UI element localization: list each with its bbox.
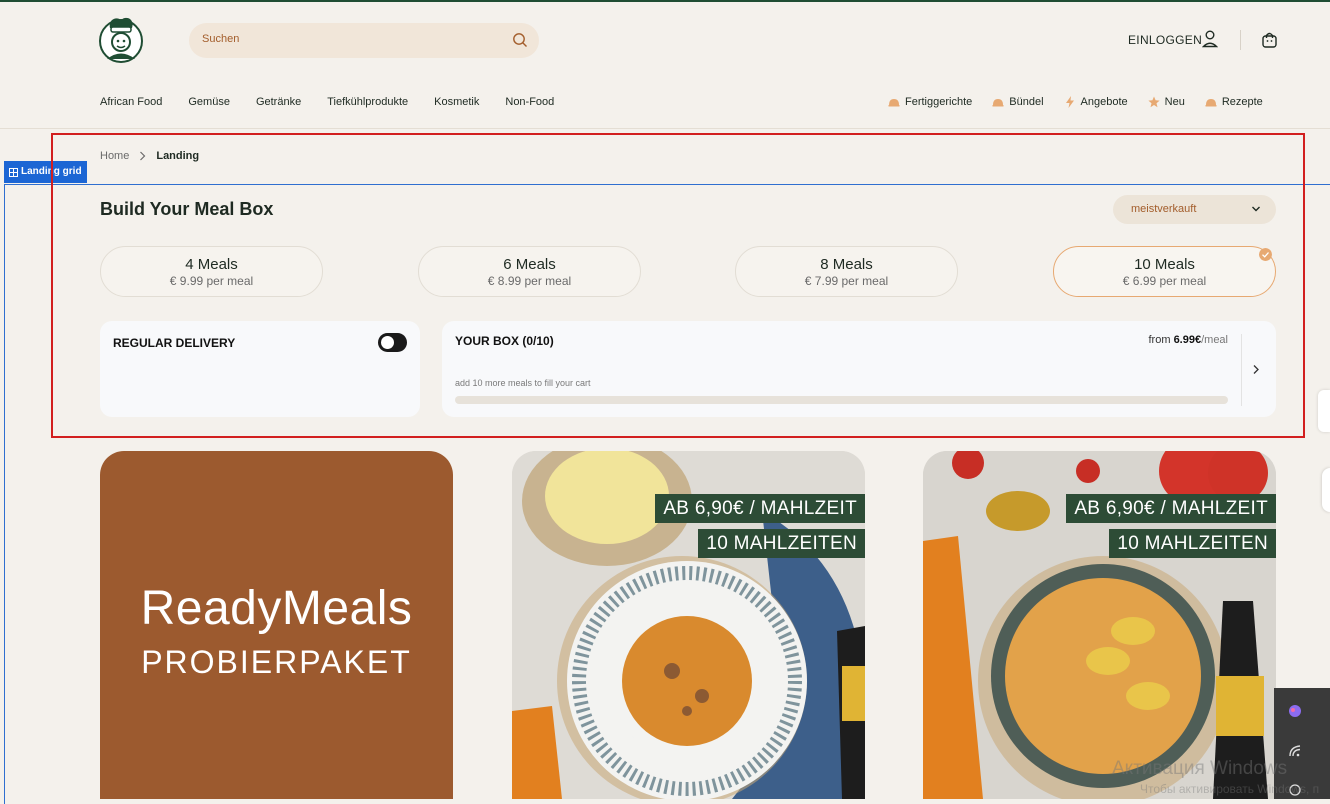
search-input[interactable]: Suchen xyxy=(202,33,239,45)
landing-grid-tag[interactable]: Landing grid xyxy=(4,161,87,183)
dish-icon xyxy=(888,99,900,107)
login-link[interactable]: EINLOGGEN xyxy=(1128,33,1202,47)
side-widget-tab[interactable] xyxy=(1318,390,1330,432)
wifi-icon[interactable] xyxy=(1288,744,1302,758)
box-price-prefix: from xyxy=(1148,334,1171,346)
sort-select[interactable]: meistverkauft xyxy=(1113,195,1276,224)
meal-option-name: 8 Meals xyxy=(820,256,873,273)
nav-neu[interactable]: Neu xyxy=(1148,96,1185,108)
chevron-right-icon[interactable] xyxy=(1252,364,1260,375)
box-price: from 6.99€/meal xyxy=(1149,334,1229,346)
meal-option-4[interactable]: 4 Meals € 9.99 per meal xyxy=(100,246,323,297)
site-header: Suchen EINLOGGEN African Food Gemüse Get… xyxy=(0,2,1330,129)
box-price-value: 6.99€ xyxy=(1173,334,1202,346)
nav-buendel[interactable]: Bündel xyxy=(992,96,1044,108)
nav-rezepte-label: Rezepte xyxy=(1221,96,1263,108)
product-tile-meal-b[interactable]: AB 6,90€ / MAHLZEIT 10 MAHLZEITEN xyxy=(923,451,1276,799)
product-tile-meal-a[interactable]: AB 6,90€ / MAHLZEIT 10 MAHLZEITEN xyxy=(512,451,865,799)
box-progress-bar xyxy=(455,396,1228,404)
toggle-knob xyxy=(381,336,394,349)
quantity-badge: 10 MAHLZEITEN xyxy=(698,529,865,558)
dish-icon xyxy=(992,99,1004,107)
breadcrumb-current: Landing xyxy=(156,150,200,162)
meal-option-price: € 8.99 per meal xyxy=(487,274,572,288)
box-price-unit: /meal xyxy=(1201,334,1228,346)
nav-tiefkuehlprodukte[interactable]: Tiefkühlprodukte xyxy=(327,96,408,108)
breadcrumb: Home Landing xyxy=(100,150,199,162)
windows-activation-hint: Чтобы активировать Windows, п xyxy=(1140,782,1320,796)
nav-fertiggerichte-label: Fertiggerichte xyxy=(905,96,973,108)
nav-non-food[interactable]: Non-Food xyxy=(505,96,554,108)
nav-angebote[interactable]: Angebote xyxy=(1064,96,1128,108)
star-icon xyxy=(1148,96,1160,108)
dish-icon xyxy=(1205,99,1217,107)
tile-heading: ReadyMeals xyxy=(140,582,413,635)
header-divider xyxy=(1240,30,1241,50)
app-icon[interactable] xyxy=(1288,704,1302,718)
nav-buendel-label: Bündel xyxy=(1009,96,1044,108)
product-tile-probierpaket[interactable]: ReadyMeals PROBIERPAKET xyxy=(100,451,453,799)
search-icon[interactable] xyxy=(512,32,528,48)
nav-kosmetik[interactable]: Kosmetik xyxy=(434,96,479,108)
regular-delivery-label: REGULAR DELIVERY xyxy=(113,336,236,350)
windows-activation-watermark: Активация Windows xyxy=(1112,758,1288,779)
box-hint: add 10 more meals to fill your cart xyxy=(455,378,591,388)
tile-subheading: PROBIERPAKET xyxy=(141,644,412,680)
nav-african-food[interactable]: African Food xyxy=(100,96,162,108)
grid-icon xyxy=(9,167,18,177)
nav-angebote-label: Angebote xyxy=(1080,96,1128,108)
builder-title: Build Your Meal Box xyxy=(100,199,274,219)
meal-option-10[interactable]: 10 Meals € 6.99 per meal xyxy=(1053,246,1276,297)
nav-getraenke[interactable]: Getränke xyxy=(256,96,301,108)
chevron-down-icon xyxy=(1252,206,1260,212)
your-box-title: YOUR BOX (0/10) xyxy=(455,334,554,348)
side-chat-handle[interactable] xyxy=(1322,468,1330,512)
regular-delivery-toggle[interactable] xyxy=(378,333,407,352)
quantity-badge: 10 MAHLZEITEN xyxy=(1109,529,1276,558)
nav-neu-label: Neu xyxy=(1164,96,1185,108)
chef-logo-icon[interactable] xyxy=(98,14,144,64)
chevron-right-icon xyxy=(140,151,146,161)
landing-grid-label: Landing grid xyxy=(21,166,82,177)
meal-option-8[interactable]: 8 Meals € 7.99 per meal xyxy=(735,246,958,297)
your-box-card: YOUR BOX (0/10) from 6.99€/meal add 10 m… xyxy=(442,321,1276,417)
meal-option-name: 4 Meals xyxy=(185,256,238,273)
meal-option-name: 6 Meals xyxy=(503,256,556,273)
lightning-icon xyxy=(1065,96,1074,108)
meal-option-6[interactable]: 6 Meals € 8.99 per meal xyxy=(418,246,641,297)
main-nav: African Food Gemüse Getränke Tiefkühlpro… xyxy=(100,96,580,108)
user-icon[interactable] xyxy=(1202,30,1218,48)
shopping-bag-icon[interactable] xyxy=(1261,31,1278,48)
nav-fertiggerichte[interactable]: Fertiggerichte xyxy=(888,96,972,108)
price-badge: AB 6,90€ / MAHLZEIT xyxy=(1066,494,1276,523)
nav-rezepte[interactable]: Rezepte xyxy=(1205,96,1263,108)
box-divider xyxy=(1241,334,1242,406)
meal-option-price: € 6.99 per meal xyxy=(1122,274,1207,288)
check-icon xyxy=(1259,248,1272,261)
meal-option-price: € 7.99 per meal xyxy=(804,274,889,288)
meal-option-price: € 9.99 per meal xyxy=(169,274,254,288)
meal-option-name: 10 Meals xyxy=(1134,256,1195,273)
nav-gemuese[interactable]: Gemüse xyxy=(188,96,230,108)
price-badge: AB 6,90€ / MAHLZEIT xyxy=(655,494,865,523)
sort-select-value: meistverkauft xyxy=(1131,203,1197,215)
breadcrumb-home[interactable]: Home xyxy=(100,150,129,162)
special-nav: Fertiggerichte Bündel Angebote Neu Rezep… xyxy=(888,96,1263,108)
regular-delivery-card: REGULAR DELIVERY xyxy=(100,321,420,417)
search-bar[interactable]: Suchen xyxy=(189,23,539,58)
